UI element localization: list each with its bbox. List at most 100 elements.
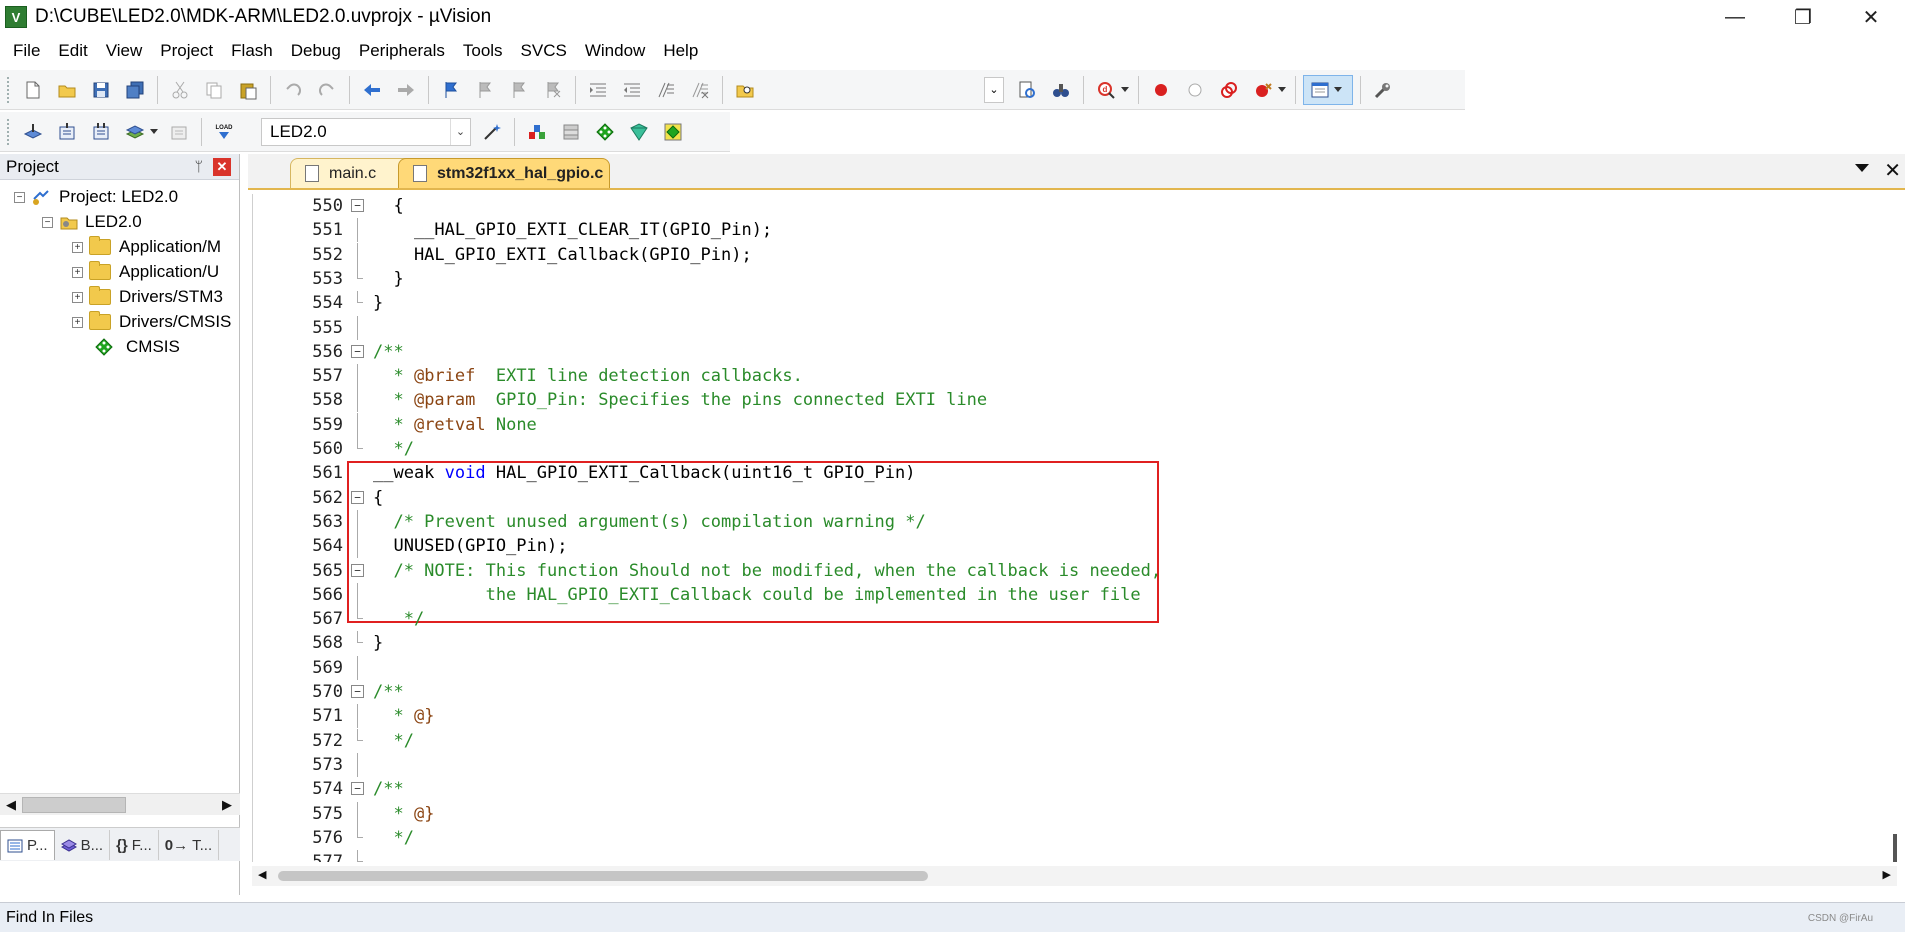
pack-installer-button[interactable] — [624, 117, 654, 147]
expand-toggle[interactable]: + — [72, 316, 83, 328]
new-file-button[interactable] — [18, 75, 48, 105]
code-line[interactable]: 563 /* Prevent unused argument(s) compil… — [253, 509, 1893, 534]
bookmark-next-button[interactable] — [504, 75, 534, 105]
fold-toggle-icon[interactable]: − — [351, 563, 364, 577]
menu-flash[interactable]: Flash — [222, 39, 282, 63]
menu-help[interactable]: Help — [654, 39, 707, 63]
menu-svcs[interactable]: SVCS — [512, 39, 576, 63]
debug-dropdown-arrow[interactable] — [1121, 87, 1129, 92]
scrollbar-thumb[interactable] — [278, 871, 928, 881]
expand-toggle[interactable]: + — [72, 291, 83, 303]
tab-templates[interactable]: 0→ T... — [159, 830, 220, 860]
code-line[interactable]: 561 __weak void HAL_GPIO_EXTI_Callback(ui… — [253, 461, 1893, 485]
tree-item-cmsis[interactable]: CMSIS — [94, 334, 180, 360]
navigate-forward-button[interactable] — [391, 75, 421, 105]
copy-button[interactable] — [199, 75, 229, 105]
undo-button[interactable] — [278, 75, 308, 105]
disable-breakpoint-button[interactable] — [1180, 75, 1210, 105]
close-window-button[interactable]: ✕ — [1837, 0, 1905, 34]
tab-stm32f1xx-hal-gpio-c[interactable]: stm32f1xx_hal_gpio.c — [398, 158, 610, 188]
tab-project[interactable]: P... — [0, 830, 55, 860]
fold-toggle-icon[interactable]: − — [351, 782, 364, 796]
toolbar-grip[interactable] — [6, 75, 10, 104]
event-recorder-button[interactable] — [658, 117, 688, 147]
tab-list-dropdown[interactable] — [1855, 164, 1869, 172]
uncomment-button[interactable] — [685, 75, 715, 105]
tree-item-group[interactable]: + Application/U — [72, 259, 219, 285]
target-select[interactable]: LED2.0 ⌄ — [261, 117, 471, 146]
code-line[interactable]: 567 */ — [253, 607, 1893, 631]
restore-button[interactable]: ❐ — [1769, 0, 1837, 34]
code-line[interactable]: 553 } — [253, 266, 1893, 291]
fold-toggle-icon[interactable]: − — [351, 685, 364, 698]
find-in-files-tab[interactable]: Find In Files — [6, 909, 93, 927]
menu-view[interactable]: View — [97, 39, 152, 63]
code-line[interactable]: 562−{ — [253, 486, 1893, 510]
collapse-toggle[interactable]: − — [42, 216, 53, 228]
scrollbar-thumb[interactable] — [22, 797, 126, 813]
save-button[interactable] — [86, 75, 116, 105]
select-packs-button[interactable] — [556, 117, 586, 147]
find-combo-dropdown[interactable]: ⌄ — [984, 76, 1004, 103]
batch-dropdown-arrow[interactable] — [150, 129, 158, 134]
tree-item-project-root[interactable]: − Project: LED2.0 — [14, 184, 178, 210]
scroll-right-arrow-icon[interactable]: ▶ — [222, 797, 232, 813]
code-line[interactable]: 559 * @retval None — [253, 412, 1893, 437]
insert-breakpoint-button[interactable] — [1146, 75, 1176, 105]
code-line[interactable]: 577 — [253, 850, 1893, 862]
code-line[interactable]: 554} — [253, 291, 1893, 315]
code-line[interactable]: 556−/** — [253, 340, 1893, 364]
kill-all-breakpoints-button[interactable] — [1248, 75, 1278, 105]
code-editor[interactable]: 550− {551 __HAL_GPIO_EXTI_CLEAR_IT(GPIO_… — [252, 194, 1897, 862]
expand-toggle[interactable]: + — [72, 266, 83, 278]
comment-button[interactable] — [651, 75, 681, 105]
paste-button[interactable] — [233, 75, 263, 105]
menu-edit[interactable]: Edit — [49, 39, 96, 63]
tab-functions[interactable]: {} F... — [110, 830, 159, 860]
code-line[interactable]: 568} — [253, 631, 1893, 655]
code-line[interactable]: 551 __HAL_GPIO_EXTI_CLEAR_IT(GPIO_Pin); — [253, 218, 1893, 243]
menu-window[interactable]: Window — [576, 39, 654, 63]
menu-project[interactable]: Project — [151, 39, 222, 63]
translate-button[interactable] — [18, 117, 48, 147]
fold-toggle-icon[interactable]: − — [351, 199, 364, 212]
unindent-button[interactable] — [617, 75, 647, 105]
bookmark-clear-button[interactable] — [538, 75, 568, 105]
code-line[interactable]: 552 HAL_GPIO_EXTI_Callback(GPIO_Pin); — [253, 242, 1893, 267]
pin-icon[interactable]: ᛘ — [195, 158, 203, 174]
debug-session-button[interactable]: d — [1091, 75, 1121, 105]
batch-build-button[interactable] — [120, 117, 150, 147]
editor-horizontal-scrollbar[interactable]: ◀ ▶ — [252, 866, 1897, 886]
scroll-right-arrow-icon[interactable]: ▶ — [1883, 868, 1891, 881]
menu-file[interactable]: File — [4, 39, 49, 63]
tab-books[interactable]: B... — [55, 830, 111, 860]
tree-item-target[interactable]: − LED2.0 — [42, 209, 142, 235]
code-line[interactable]: 575 * @} — [253, 801, 1893, 826]
download-button[interactable]: LOAD — [209, 117, 239, 147]
code-line[interactable]: 555 — [253, 315, 1893, 340]
configure-button[interactable] — [1368, 75, 1398, 105]
disable-all-breakpoints-button[interactable] — [1214, 75, 1244, 105]
code-line[interactable]: 576 */ — [253, 825, 1893, 850]
vertical-scrollbar-thumb[interactable] — [1893, 834, 1897, 862]
code-line[interactable]: 560 */ — [253, 437, 1893, 461]
window-layout-button[interactable] — [1303, 74, 1353, 105]
tree-item-group[interactable]: + Application/M — [72, 234, 221, 260]
fold-toggle-icon[interactable]: − — [351, 344, 364, 358]
collapse-toggle[interactable]: − — [14, 191, 25, 203]
navigate-back-button[interactable] — [357, 75, 387, 105]
code-line[interactable]: 558 * @param GPIO_Pin: Specifies the pin… — [253, 388, 1893, 413]
code-line[interactable]: 557 * @brief EXTI line detection callbac… — [253, 364, 1893, 389]
fold-toggle-icon[interactable]: − — [351, 490, 364, 504]
menu-peripherals[interactable]: Peripherals — [350, 39, 454, 63]
menu-debug[interactable]: Debug — [282, 39, 350, 63]
close-tab-button[interactable]: ✕ — [1884, 158, 1901, 183]
stop-build-button[interactable] — [164, 117, 194, 147]
code-line[interactable]: 565− /* NOTE: This function Should not b… — [253, 559, 1893, 583]
options-for-target-button[interactable] — [477, 117, 507, 147]
breakpoint-dropdown-arrow[interactable] — [1278, 87, 1286, 92]
code-line[interactable]: 566 the HAL_GPIO_EXTI_Callback could be … — [253, 582, 1893, 607]
scroll-left-arrow-icon[interactable]: ◀ — [6, 797, 16, 813]
redo-button[interactable] — [312, 75, 342, 105]
manage-rte-button[interactable] — [590, 117, 620, 147]
